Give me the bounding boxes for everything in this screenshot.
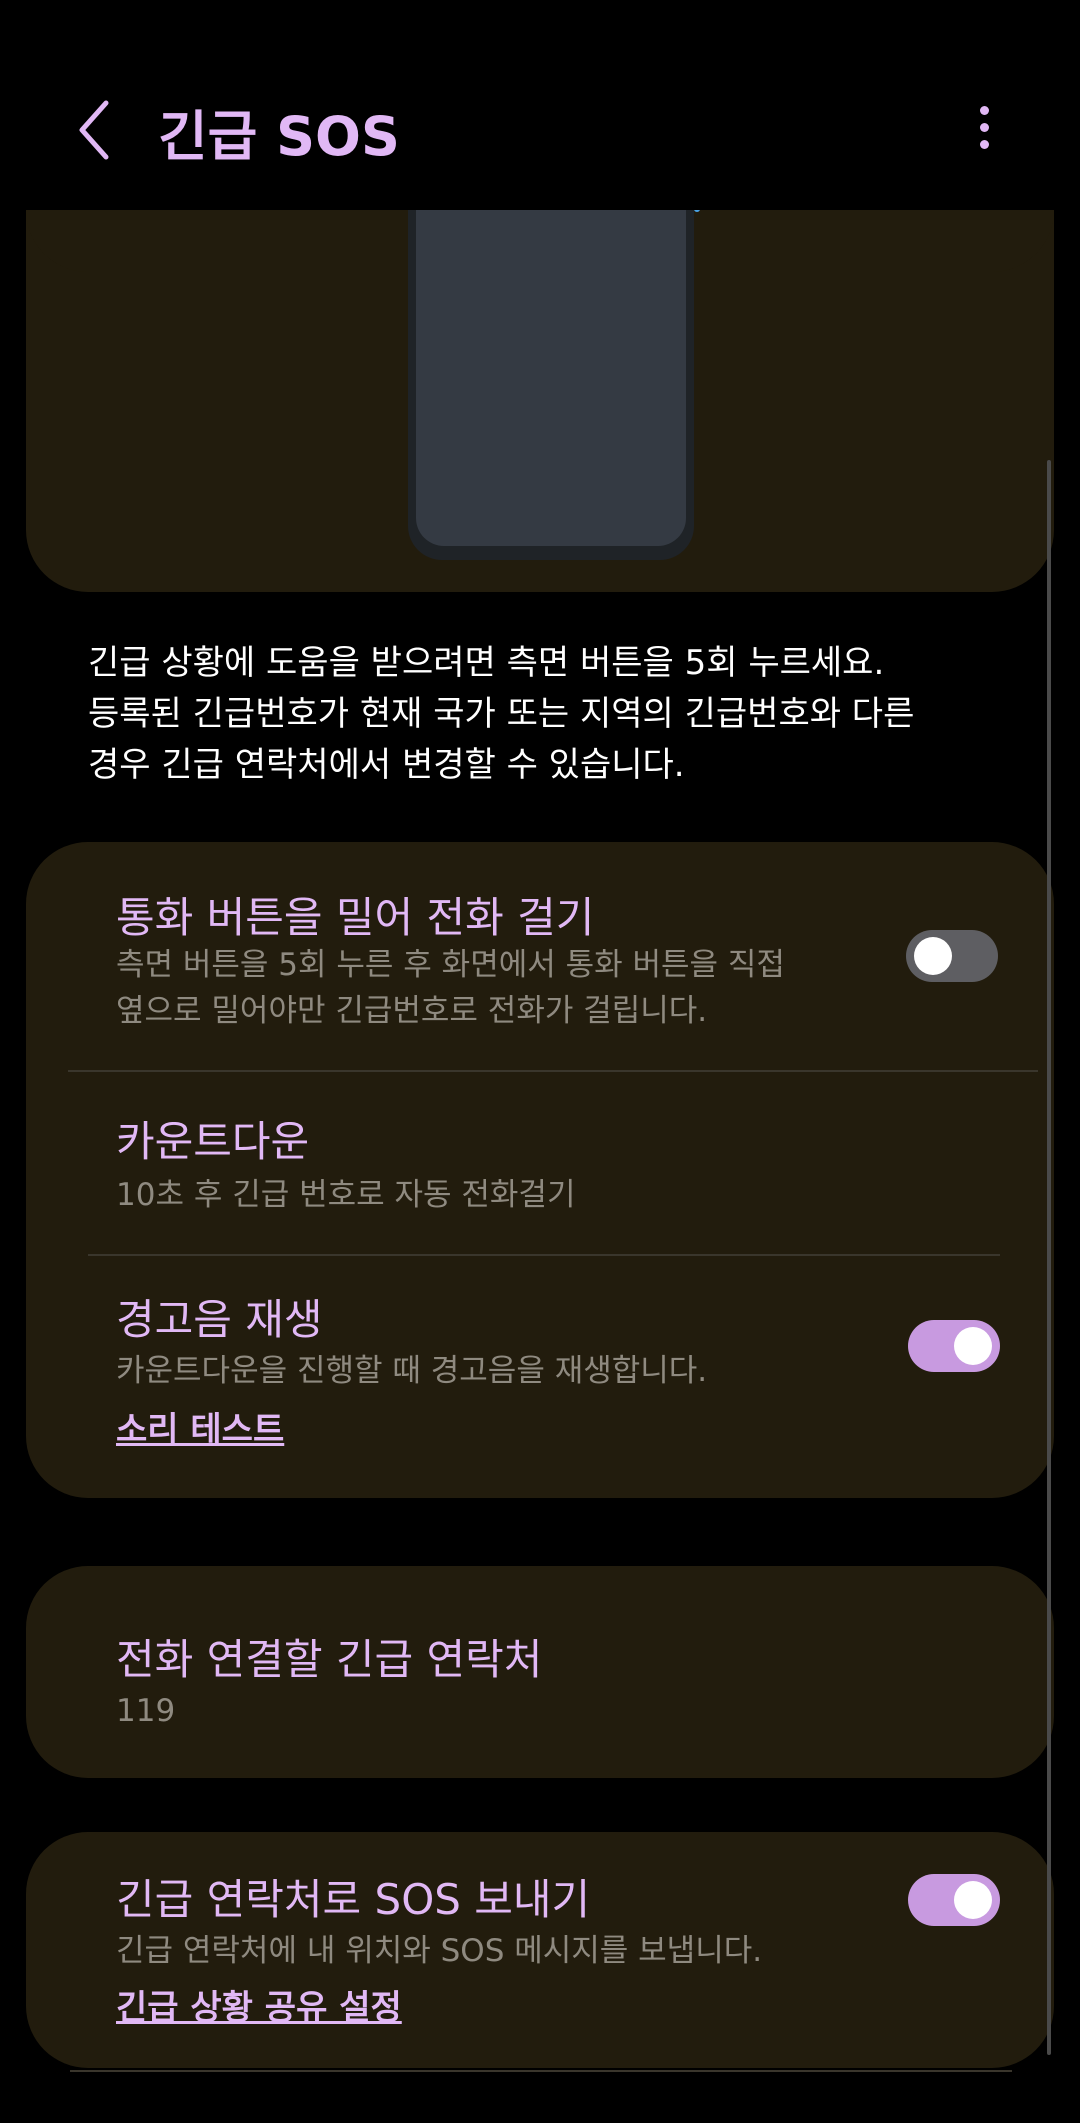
toggle-knob bbox=[954, 1881, 992, 1919]
settings-card: 통화 버튼을 밀어 전화 걸기 측면 버튼을 5회 누른 후 화면에서 통화 버… bbox=[26, 842, 1054, 1498]
alarm-sound-subtitle: 카운트다운을 진행할 때 경고음을 재생합니다. bbox=[116, 1353, 708, 1389]
description-line: 등록된 긴급번호가 현재 국가 또는 지역의 긴급번호와 다른 bbox=[88, 694, 915, 734]
send-sos-toggle[interactable] bbox=[908, 1874, 1000, 1926]
toggle-knob bbox=[914, 937, 952, 975]
send-sos-title: 긴급 연락처로 SOS 보내기 bbox=[116, 1875, 591, 1924]
alarm-sound-title: 경고음 재생 bbox=[116, 1295, 323, 1344]
countdown-subtitle: 10초 후 긴급 번호로 자동 전화걸기 bbox=[116, 1177, 576, 1213]
side-button-highlight bbox=[694, 210, 700, 212]
countdown-title: 카운트다운 bbox=[116, 1117, 310, 1166]
sound-test-link[interactable]: 소리 테스트 bbox=[116, 1402, 284, 1451]
send-sos-card[interactable]: 긴급 연락처로 SOS 보내기 긴급 연락처에 내 위치와 SOS 메시지를 보… bbox=[26, 1832, 1054, 2068]
emergency-contact-card[interactable]: 전화 연결할 긴급 연락처 119 bbox=[26, 1566, 1054, 1778]
app-header: 긴급 SOS bbox=[0, 0, 1080, 210]
more-dot bbox=[980, 123, 989, 132]
alarm-sound-row[interactable]: 경고음 재생 카운트다운을 진행할 때 경고음을 재생합니다. 소리 테스트 bbox=[26, 1256, 1054, 1496]
send-sos-subtitle: 긴급 연락처에 내 위치와 SOS 메시지를 보냅니다. bbox=[116, 1933, 763, 1969]
swipe-call-subtitle: 측면 버튼을 5회 누른 후 화면에서 통화 버튼을 직접 옆으로 밀어야만 긴… bbox=[116, 942, 785, 1034]
emergency-contact-value: 119 bbox=[116, 1693, 176, 1729]
sos-description: 긴급 상황에 도움을 받으려면 측면 버튼을 5회 누르세요. 등록된 긴급번호… bbox=[88, 638, 1008, 791]
phone-screen bbox=[416, 210, 686, 546]
more-options-button[interactable] bbox=[964, 98, 1004, 158]
chevron-left-icon bbox=[79, 100, 109, 160]
swipe-call-subtitle-line: 옆으로 밀어야만 긴급번호로 전화가 걸립니다. bbox=[116, 993, 708, 1029]
swipe-call-toggle[interactable] bbox=[906, 930, 998, 982]
swipe-call-subtitle-line: 측면 버튼을 5회 누른 후 화면에서 통화 버튼을 직접 bbox=[116, 947, 785, 983]
illustration-card bbox=[26, 210, 1054, 592]
back-button[interactable] bbox=[70, 95, 120, 165]
description-line: 경우 긴급 연락처에서 변경할 수 있습니다. bbox=[88, 745, 685, 785]
toggle-knob bbox=[954, 1327, 992, 1365]
more-dot bbox=[980, 140, 989, 149]
alarm-sound-toggle[interactable] bbox=[908, 1320, 1000, 1372]
phone-illustration bbox=[408, 210, 700, 560]
scrollbar[interactable] bbox=[1047, 460, 1051, 2055]
more-vertical-icon bbox=[980, 106, 989, 115]
swipe-call-title: 통화 버튼을 밀어 전화 걸기 bbox=[116, 893, 595, 942]
emergency-sharing-settings-link[interactable]: 긴급 상황 공유 설정 bbox=[116, 1980, 402, 2029]
page-title: 긴급 SOS bbox=[158, 105, 400, 168]
divider bbox=[70, 2070, 1012, 2072]
emergency-contact-title: 전화 연결할 긴급 연락처 bbox=[116, 1635, 543, 1684]
description-line: 긴급 상황에 도움을 받으려면 측면 버튼을 5회 누르세요. bbox=[88, 643, 885, 683]
countdown-row[interactable]: 카운트다운 10초 후 긴급 번호로 자동 전화걸기 bbox=[26, 1072, 1054, 1252]
swipe-call-row[interactable]: 통화 버튼을 밀어 전화 걸기 측면 버튼을 5회 누른 후 화면에서 통화 버… bbox=[26, 842, 1054, 1070]
